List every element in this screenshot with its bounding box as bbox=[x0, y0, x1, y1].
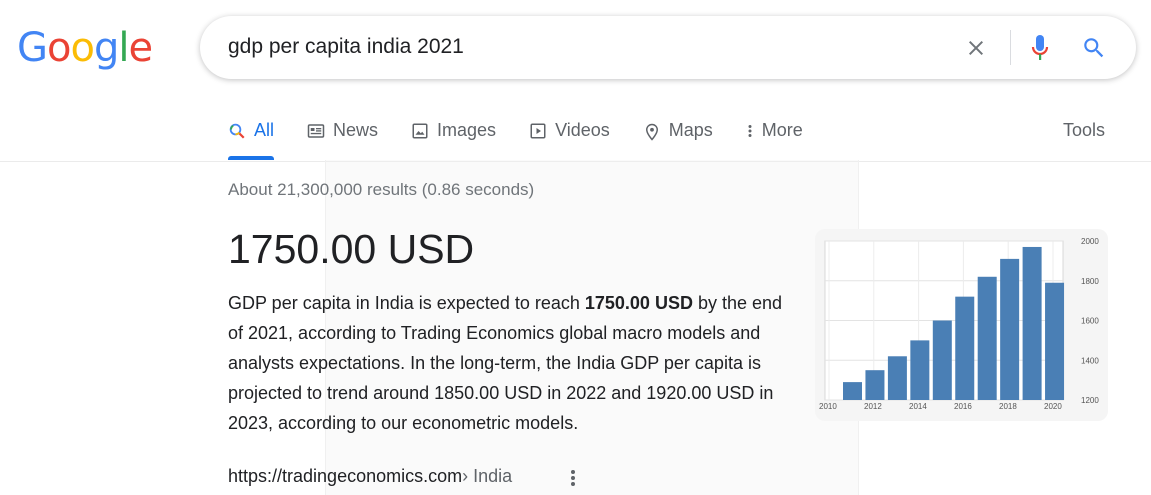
x-tick-label: 2020 bbox=[1044, 402, 1062, 411]
tab-news[interactable]: News bbox=[307, 112, 378, 160]
snippet-text: GDP per capita in India is expected to r… bbox=[228, 293, 585, 313]
chart-bar bbox=[887, 356, 907, 400]
chart-bar bbox=[1000, 258, 1020, 400]
tab-label: News bbox=[333, 120, 379, 140]
featured-answer: 1750.00 USD bbox=[228, 226, 475, 272]
results-count: About 21,300,000 results (0.86 seconds) bbox=[228, 180, 535, 199]
y-tick-label: 1800 bbox=[1081, 277, 1099, 286]
tab-images[interactable]: Images bbox=[411, 112, 496, 160]
image-icon bbox=[412, 123, 428, 139]
x-tick-label: 2010 bbox=[819, 402, 837, 411]
search-divider bbox=[1010, 30, 1011, 65]
logo-letter: g bbox=[93, 25, 119, 71]
x-tick-label: 2016 bbox=[954, 402, 972, 411]
search-tabs: All News Images Videos Maps More bbox=[228, 112, 836, 160]
y-tick-label: 1400 bbox=[1081, 356, 1099, 365]
more-vert-icon bbox=[571, 470, 575, 486]
snippet-highlight: 1750.00 USD bbox=[584, 293, 693, 313]
more-vert-icon bbox=[748, 125, 752, 137]
search-icon bbox=[1084, 38, 1104, 58]
close-icon bbox=[969, 41, 983, 55]
gdp-bar-chart: 2000 1800 1600 1400 1200 2010 2012 2014 2016 2018… bbox=[819, 237, 1099, 411]
chart-bar bbox=[1045, 282, 1065, 400]
tab-label: Maps bbox=[668, 120, 713, 140]
tools-button[interactable]: Tools bbox=[1063, 120, 1105, 141]
tab-more[interactable]: More bbox=[746, 112, 803, 160]
tab-videos[interactable]: Videos bbox=[529, 112, 610, 160]
search-button[interactable] bbox=[1076, 30, 1112, 66]
mic-icon bbox=[1031, 35, 1049, 60]
y-tick-label: 1600 bbox=[1081, 317, 1099, 326]
snippet-text: by the end of 2021, according to Trading… bbox=[228, 293, 783, 433]
voice-search-button[interactable] bbox=[1022, 30, 1058, 66]
y-tick-label: 1200 bbox=[1081, 396, 1099, 405]
tab-maps[interactable]: Maps bbox=[643, 112, 713, 160]
logo-letter: l bbox=[118, 25, 129, 71]
tab-label: More bbox=[761, 120, 803, 140]
news-icon bbox=[307, 124, 325, 138]
clear-search-button[interactable] bbox=[958, 30, 994, 66]
video-icon bbox=[530, 123, 546, 139]
featured-snippet: GDP per capita in India is expected to r… bbox=[228, 288, 798, 438]
search-icon bbox=[229, 123, 245, 139]
tab-label: All bbox=[254, 120, 275, 140]
x-tick-label: 2012 bbox=[864, 402, 882, 411]
tab-label: Images bbox=[437, 120, 497, 140]
source-citation[interactable]: https://tradingeconomics.com › India bbox=[228, 466, 512, 487]
logo-letter: o bbox=[70, 25, 95, 71]
google-logo[interactable]: Google bbox=[17, 25, 153, 71]
chart-bar bbox=[1022, 246, 1042, 400]
x-tick-label: 2018 bbox=[999, 402, 1017, 411]
chart-bar bbox=[977, 276, 997, 400]
chart-bar bbox=[843, 382, 862, 400]
logo-letter: G bbox=[17, 25, 48, 71]
result-options-button[interactable] bbox=[566, 466, 580, 490]
search-input[interactable] bbox=[228, 30, 948, 64]
chart-bar bbox=[910, 340, 930, 400]
logo-letter: o bbox=[47, 25, 72, 71]
tab-all[interactable]: All bbox=[228, 112, 275, 160]
search-box[interactable] bbox=[200, 16, 1136, 79]
chart-bar bbox=[955, 296, 975, 400]
map-pin-icon bbox=[645, 123, 658, 141]
x-tick-label: 2014 bbox=[909, 402, 927, 411]
chart-bar bbox=[865, 370, 885, 400]
chart-bar bbox=[932, 320, 952, 400]
tab-label: Videos bbox=[555, 120, 610, 140]
logo-letter: e bbox=[128, 25, 153, 71]
citation-domain[interactable]: https://tradingeconomics.com bbox=[228, 466, 462, 487]
citation-breadcrumb: › India bbox=[462, 466, 513, 486]
chart-card[interactable]: 2000 1800 1600 1400 1200 2010 2012 2014 2016 2018… bbox=[815, 229, 1108, 421]
y-tick-label: 2000 bbox=[1081, 237, 1099, 246]
